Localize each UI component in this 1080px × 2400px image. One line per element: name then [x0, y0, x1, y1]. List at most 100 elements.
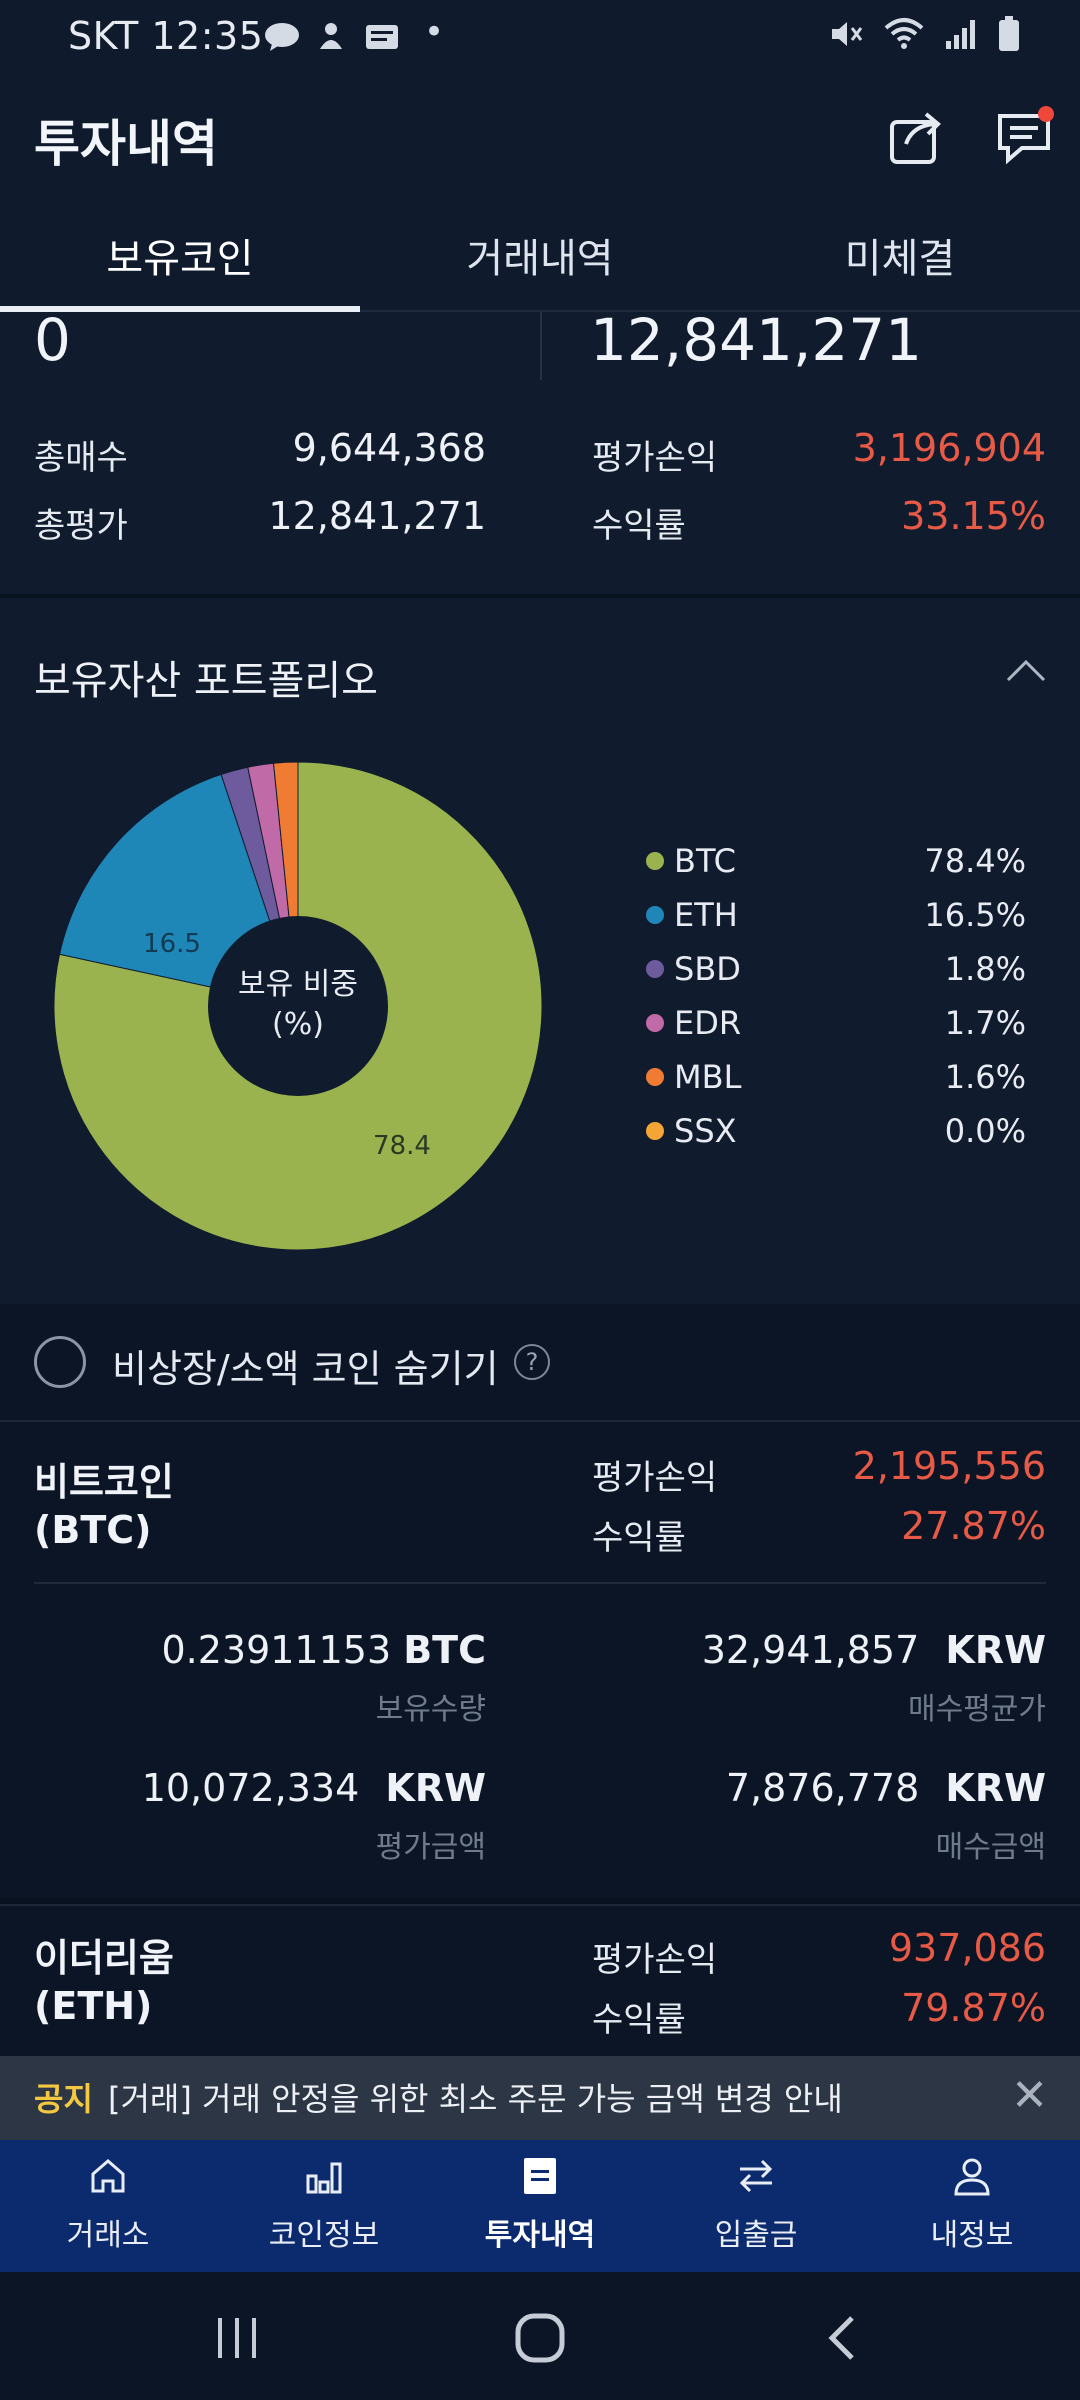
system-nav-bar	[0, 2272, 1080, 2400]
notice-banner[interactable]: 공지 [거래] 거래 안정을 위한 최소 주문 가능 금액 변경 안내 ✕	[0, 2056, 1080, 2140]
donut-center-label-2: (%)	[272, 1007, 324, 1042]
hide-small-coins-radio[interactable]	[34, 1336, 86, 1388]
recent-apps-icon[interactable]	[212, 2316, 262, 2360]
legend-name: BTC	[674, 842, 736, 880]
eth-return-label: 수익률	[592, 2000, 686, 2040]
btc-eval-amount-value: 10,072,334	[141, 1766, 360, 1810]
legend-dot	[646, 960, 664, 978]
legend-dot	[646, 906, 664, 924]
legend-name: MBL	[674, 1058, 742, 1096]
home-icon	[91, 2159, 125, 2193]
return-value: 33.15%	[901, 494, 1046, 538]
legend-pct: 0.0%	[944, 1112, 1026, 1150]
signal-icon	[946, 20, 975, 49]
btc-avg-price-unit: KRW	[945, 1628, 1046, 1672]
bottom-nav: 거래소 코인정보 투자내역 입출금 내정보	[0, 2140, 1080, 2272]
transfer-icon	[739, 2159, 773, 2193]
btc-eval-amount-label: 평가금액	[375, 1830, 486, 1865]
btc-buy-amount-value: 7,876,778	[725, 1766, 920, 1810]
legend-dot	[646, 852, 664, 870]
notice-text[interactable]: [거래] 거래 안정을 위한 최소 주문 가능 금액 변경 안내	[108, 2074, 843, 2120]
btc-avg-price: 32,941,857 KRW	[680, 1628, 1046, 1672]
nav-exchange-label: 거래소	[66, 2218, 150, 2253]
coin-name-btc-line2: (BTC)	[34, 1508, 152, 1552]
nav-coin-info-label: 코인정보	[268, 2218, 380, 2253]
legend-dot	[646, 1122, 664, 1140]
chevron-up-icon[interactable]	[1004, 656, 1048, 686]
btc-eval-pl-label: 평가손익	[592, 1458, 718, 1498]
help-icon[interactable]: ?	[514, 1344, 550, 1380]
page-title: 투자내역	[34, 115, 218, 173]
slice-label-btc: 78.4	[373, 1131, 431, 1161]
summary-panel: 0 12,841,271 총매수 9,644,368 평가손익 3,196,90…	[0, 306, 1080, 594]
legend-pct: 16.5%	[924, 896, 1026, 934]
total-buy-value: 9,644,368	[292, 426, 486, 470]
legend-pct: 78.4%	[924, 842, 1026, 880]
status-dot: •	[424, 12, 445, 52]
portfolio-panel: 보유자산 포트폴리오 보유 비중 (%) 78.4 16.5 BTC 78.4% E…	[0, 598, 1080, 1304]
hide-small-coins-row[interactable]: 비상장/소액 코인 숨기기 ?	[0, 1304, 1080, 1420]
donut-hole	[208, 916, 388, 1096]
tab-bar: 보유코인 거래내역 미체결	[0, 206, 1080, 312]
legend-pct: 1.7%	[944, 1004, 1026, 1042]
ge-icon	[364, 20, 400, 54]
share-icon[interactable]	[884, 104, 948, 168]
btc-return-value: 27.87%	[901, 1504, 1046, 1548]
btc-eval-amount-unit: KRW	[385, 1766, 486, 1810]
hide-small-coins-label: 비상장/소액 코인 숨기기	[112, 1347, 499, 1391]
nav-investments-label: 투자내역	[484, 2218, 596, 2253]
legend-pct: 1.8%	[944, 950, 1026, 988]
eth-eval-pl-value: 937,086	[888, 1926, 1046, 1970]
status-bar: SKT 12:35 •	[0, 0, 1080, 76]
chat-icon[interactable]	[994, 104, 1058, 168]
coin-card-eth[interactable]: 이더리움 (ETH) 평가손익 937,086 수익률 79.87%	[0, 1904, 1080, 2056]
legend-pct: 1.6%	[944, 1058, 1026, 1096]
legend-name: SBD	[674, 950, 741, 988]
coin-name-eth-line2: (ETH)	[34, 1984, 153, 2028]
legend-dot	[646, 1068, 664, 1086]
nav-coin-info[interactable]: 코인정보	[216, 2140, 432, 2272]
eth-eval-pl-label: 평가손익	[592, 1940, 718, 1980]
status-carrier-time: SKT 12:35	[68, 14, 264, 58]
nav-deposit-withdraw-label: 입출금	[714, 2218, 798, 2253]
donut-center-label-1: 보유 비중	[238, 967, 358, 1002]
legend-dot	[646, 1014, 664, 1032]
btc-holding-amount: 0.23911153 BTC	[120, 1628, 486, 1672]
bell-icon	[314, 20, 348, 54]
legend-item-edr: EDR 1.7%	[646, 1004, 1026, 1044]
legend-item-btc: BTC 78.4%	[646, 842, 1026, 882]
back-icon[interactable]	[824, 2314, 860, 2362]
btc-holding-unit: BTC	[403, 1628, 486, 1672]
btc-avg-price-value: 32,941,857	[701, 1628, 920, 1672]
btc-buy-amount-label: 매수금액	[935, 1830, 1046, 1865]
nav-exchange[interactable]: 거래소	[0, 2140, 216, 2272]
bar-chart-icon	[306, 2162, 342, 2194]
nav-my-info-label: 내정보	[930, 2218, 1014, 2253]
coin-card-btc[interactable]: 비트코인 (BTC) 평가손익 2,195,556 수익률 27.87% 0.2…	[0, 1420, 1080, 1902]
btc-holding-value: 0.23911153	[161, 1628, 392, 1672]
summary-top-left-value: 0	[34, 306, 71, 374]
legend-item-ssx: SSX 0.0%	[646, 1112, 1026, 1152]
user-icon	[954, 2158, 990, 2196]
nav-deposit-withdraw[interactable]: 입출금	[648, 2140, 864, 2272]
btc-return-label: 수익률	[592, 1518, 686, 1558]
home-button-icon[interactable]	[514, 2312, 566, 2364]
status-right-icons	[828, 16, 1020, 52]
legend-name: ETH	[674, 896, 738, 934]
notice-tag: 공지	[34, 2080, 93, 2118]
nav-investments[interactable]: 투자내역	[432, 2140, 648, 2272]
return-label: 수익률	[592, 506, 686, 546]
btc-buy-amount-unit: KRW	[945, 1766, 1046, 1810]
btc-buy-amount: 7,876,778 KRW	[680, 1766, 1046, 1810]
list-icon	[524, 2158, 556, 2194]
tab-history[interactable]: 거래내역	[360, 226, 720, 284]
portfolio-donut-chart: 보유 비중 (%) 78.4 16.5	[53, 761, 543, 1251]
nav-my-info[interactable]: 내정보	[864, 2140, 1080, 2272]
close-icon[interactable]: ✕	[1011, 2072, 1048, 2120]
total-buy-label: 총매수	[34, 438, 128, 478]
legend-name: SSX	[674, 1112, 737, 1150]
legend-item-eth: ETH 16.5%	[646, 896, 1026, 936]
btc-holding-label: 보유수량	[375, 1692, 486, 1727]
tab-pending[interactable]: 미체결	[720, 226, 1080, 284]
tab-holdings[interactable]: 보유코인	[0, 226, 360, 284]
